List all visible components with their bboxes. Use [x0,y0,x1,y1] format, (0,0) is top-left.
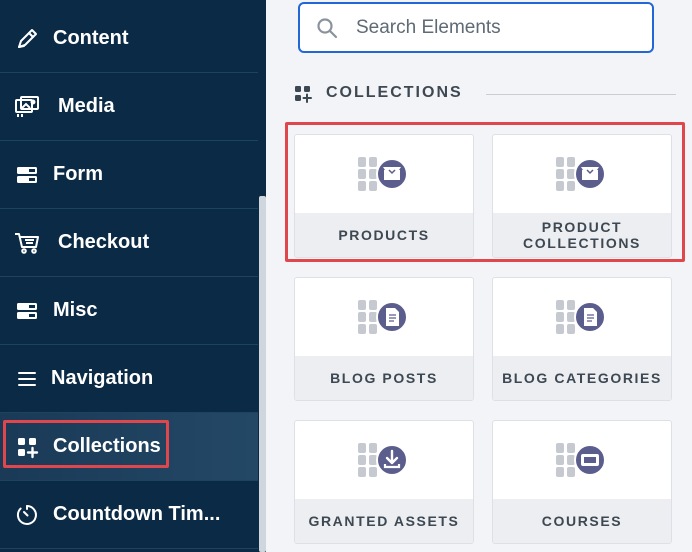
card-granted-assets[interactable]: GRANTED ASSETS [294,420,474,544]
card-products[interactable]: PRODUCTS [294,134,474,258]
card-blog-posts[interactable]: BLOG POSTS [294,277,474,401]
document-icon [556,298,608,338]
sidebar-item-media[interactable]: Media [0,73,258,141]
sidebar-item-label: Media [58,95,115,117]
card-label: COURSES [541,513,623,529]
course-screen-icon [556,441,608,481]
card-footer: BLOG CATEGORIES [493,356,671,400]
card-label: BLOG POSTS [330,370,438,386]
sidebar-item-label: Navigation [51,367,154,389]
pen-icon [14,26,40,52]
document-icon [358,298,410,338]
sidebar-item-misc[interactable]: Misc [0,277,258,345]
sidebar-item-label: Checkout [58,231,150,253]
card-label: PRODUCTS [338,227,430,243]
card-label: GRANTED ASSETS [308,513,460,529]
product-box-icon [556,155,608,195]
search-input[interactable] [356,14,636,42]
sidebar-item-collections[interactable]: Collections [0,413,258,481]
sidebar-item-countdown-timer[interactable]: Countdown Tim... [0,481,258,549]
card-courses[interactable]: COURSES [492,420,672,544]
product-box-icon [358,155,410,195]
timer-icon [14,502,40,528]
section-header: COLLECTIONS [294,82,684,108]
card-product-collections[interactable]: PRODUCT COLLECTIONS [492,134,672,258]
search-box[interactable] [298,2,654,53]
search-icon [316,17,338,39]
sidebar-item-content[interactable]: Content [0,5,258,73]
card-footer: BLOG POSTS [295,356,473,400]
sidebar-item-navigation[interactable]: Navigation [0,345,258,413]
card-footer: PRODUCT COLLECTIONS [493,213,671,257]
media-icon [14,94,40,120]
download-icon [358,441,410,481]
sidebar-item-label: Content [53,27,129,49]
sidebar-item-checkout[interactable]: Checkout [0,209,258,277]
menu-icon [14,366,40,392]
sidebar-scrollbar[interactable] [259,196,266,552]
card-blog-categories[interactable]: BLOG CATEGORIES [492,277,672,401]
sidebar-item-label: Misc [53,299,98,321]
card-footer: GRANTED ASSETS [295,499,473,543]
card-label: BLOG CATEGORIES [502,370,662,386]
collections-icon [294,85,312,103]
card-footer: COURSES [493,499,671,543]
form-icon [14,162,40,188]
section-divider [486,94,676,95]
sidebar-item-label: Countdown Tim... [53,503,221,525]
sidebar: Content Media Form Checkout Misc Navigat… [0,0,266,552]
cart-icon [14,230,40,256]
card-label: PRODUCT COLLECTIONS [523,219,641,251]
card-footer: PRODUCTS [295,213,473,257]
sidebar-item-form[interactable]: Form [0,141,258,209]
sidebar-item-label: Form [53,163,103,185]
misc-icon [14,298,40,324]
sidebar-item-label: Collections [53,435,161,457]
elements-panel: COLLECTIONS PRODUCTS PRODUCT [266,0,692,552]
collections-icon [14,434,40,460]
section-title: COLLECTIONS [326,84,463,101]
